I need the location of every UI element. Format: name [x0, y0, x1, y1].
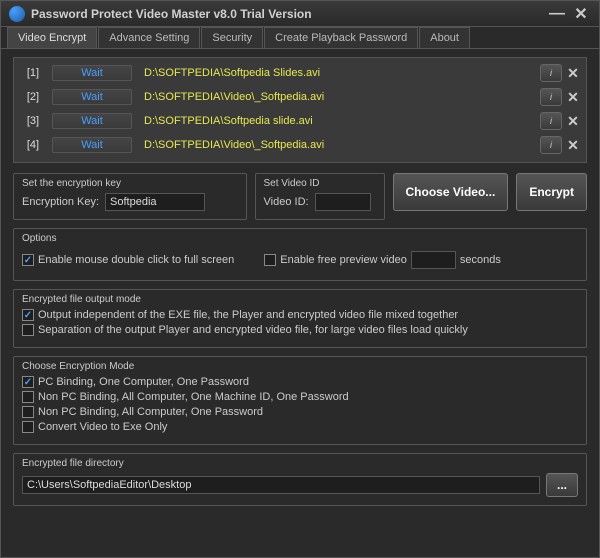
file-list: [1] Wait D:\SOFTPEDIA\Softpedia Slides.a…: [13, 57, 587, 163]
file-row: [4] Wait D:\SOFTPEDIA\Video\_Softpedia.a…: [18, 134, 582, 156]
video-id-section: Set Video ID Video ID:: [255, 173, 385, 220]
tab-about[interactable]: About: [419, 27, 470, 48]
preview-seconds-input[interactable]: [411, 251, 456, 269]
file-info-button[interactable]: i: [540, 136, 562, 154]
file-status: Wait: [52, 65, 132, 81]
close-button[interactable]: ✕: [571, 4, 591, 24]
file-row: [3] Wait D:\SOFTPEDIA\Softpedia slide.av…: [18, 110, 582, 132]
preview-label: Enable free preview video: [280, 254, 407, 266]
minimize-button[interactable]: —: [547, 4, 567, 24]
output-separate-checkbox[interactable]: [22, 324, 34, 336]
tab-security[interactable]: Security: [201, 27, 263, 48]
video-id-section-label: Set Video ID: [264, 178, 376, 189]
encryption-key-section: Set the encryption key Encryption Key:: [13, 173, 247, 220]
app-window: Password Protect Video Master v8.0 Trial…: [0, 0, 600, 558]
file-remove-button[interactable]: ✕: [564, 112, 582, 130]
file-index: [3]: [18, 115, 48, 127]
browse-dir-button[interactable]: ...: [546, 473, 578, 497]
options-section: Options Enable mouse double click to ful…: [13, 228, 587, 281]
mode-non-pc-password-label: Non PC Binding, All Computer, One Passwo…: [38, 406, 263, 418]
choose-video-button[interactable]: Choose Video...: [393, 173, 509, 211]
output-mode-section: Encrypted file output mode Output indepe…: [13, 289, 587, 348]
titlebar: Password Protect Video Master v8.0 Trial…: [1, 1, 599, 27]
file-index: [1]: [18, 67, 48, 79]
app-icon: [9, 6, 25, 22]
encryption-key-section-label: Set the encryption key: [22, 178, 238, 189]
fullscreen-checkbox[interactable]: [22, 254, 34, 266]
mode-non-pc-password-checkbox[interactable]: [22, 406, 34, 418]
tab-video-encrypt[interactable]: Video Encrypt: [7, 27, 97, 48]
file-info-button[interactable]: i: [540, 112, 562, 130]
file-path: D:\SOFTPEDIA\Softpedia Slides.avi: [136, 67, 537, 79]
file-remove-button[interactable]: ✕: [564, 88, 582, 106]
file-status: Wait: [52, 113, 132, 129]
tab-advance-setting[interactable]: Advance Setting: [98, 27, 200, 48]
video-id-label: Video ID:: [264, 196, 309, 208]
file-row: [1] Wait D:\SOFTPEDIA\Softpedia Slides.a…: [18, 62, 582, 84]
encryption-mode-section: Choose Encryption Mode PC Binding, One C…: [13, 356, 587, 445]
file-status: Wait: [52, 137, 132, 153]
file-path: D:\SOFTPEDIA\Softpedia slide.avi: [136, 115, 537, 127]
encryption-key-input[interactable]: [105, 193, 205, 211]
encryption-key-label: Encryption Key:: [22, 196, 99, 208]
output-mixed-checkbox[interactable]: [22, 309, 34, 321]
tab-create-playback-password[interactable]: Create Playback Password: [264, 27, 418, 48]
output-mode-section-label: Encrypted file output mode: [22, 294, 578, 305]
output-dir-section: Encrypted file directory ...: [13, 453, 587, 506]
window-title: Password Protect Video Master v8.0 Trial…: [31, 7, 312, 21]
file-remove-button[interactable]: ✕: [564, 64, 582, 82]
file-status: Wait: [52, 89, 132, 105]
preview-unit-label: seconds: [460, 254, 501, 266]
mode-non-pc-machine-id-label: Non PC Binding, All Computer, One Machin…: [38, 391, 349, 403]
fullscreen-label: Enable mouse double click to full screen: [38, 254, 234, 266]
options-section-label: Options: [22, 233, 578, 244]
file-index: [4]: [18, 139, 48, 151]
file-remove-button[interactable]: ✕: [564, 136, 582, 154]
mode-pc-binding-label: PC Binding, One Computer, One Password: [38, 376, 249, 388]
mode-convert-exe-label: Convert Video to Exe Only: [38, 421, 167, 433]
file-path: D:\SOFTPEDIA\Video\_Softpedia.avi: [136, 139, 537, 151]
file-info-button[interactable]: i: [540, 64, 562, 82]
output-separate-label: Separation of the output Player and encr…: [38, 324, 468, 336]
preview-checkbox[interactable]: [264, 254, 276, 266]
video-id-input[interactable]: [315, 193, 371, 211]
file-row: [2] Wait D:\SOFTPEDIA\Video\_Softpedia.a…: [18, 86, 582, 108]
file-path: D:\SOFTPEDIA\Video\_Softpedia.avi: [136, 91, 537, 103]
output-dir-input[interactable]: [22, 476, 540, 494]
encrypt-button[interactable]: Encrypt: [516, 173, 587, 211]
key-id-row: Set the encryption key Encryption Key: S…: [13, 173, 587, 220]
tab-bar: Video Encrypt Advance Setting Security C…: [1, 27, 599, 49]
content-area: [1] Wait D:\SOFTPEDIA\Softpedia Slides.a…: [1, 49, 599, 514]
file-info-button[interactable]: i: [540, 88, 562, 106]
mode-non-pc-machine-id-checkbox[interactable]: [22, 391, 34, 403]
file-index: [2]: [18, 91, 48, 103]
mode-convert-exe-checkbox[interactable]: [22, 421, 34, 433]
encryption-mode-section-label: Choose Encryption Mode: [22, 361, 578, 372]
mode-pc-binding-checkbox[interactable]: [22, 376, 34, 388]
output-mixed-label: Output independent of the EXE file, the …: [38, 309, 458, 321]
output-dir-section-label: Encrypted file directory: [22, 458, 578, 469]
